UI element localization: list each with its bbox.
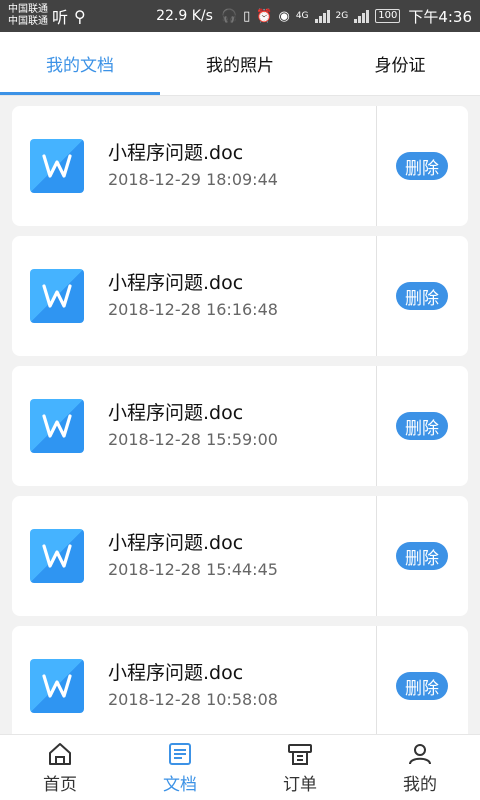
card-divider bbox=[376, 626, 377, 734]
order-icon bbox=[288, 744, 312, 765]
document-name: 小程序问题.doc bbox=[108, 402, 244, 424]
nav-label-home: 首页 bbox=[43, 775, 77, 795]
word-doc-icon bbox=[30, 139, 84, 193]
document-card[interactable]: 小程序问题.doc 2018-12-29 18:09:44 删除 bbox=[12, 106, 468, 226]
nav-orders[interactable]: 订单 bbox=[240, 735, 360, 800]
battery-icon: 100 bbox=[375, 9, 401, 23]
top-tabs: 我的文档 我的照片 身份证 bbox=[0, 32, 480, 96]
signal-icon-2 bbox=[354, 9, 370, 23]
card-divider bbox=[376, 236, 377, 356]
delete-button[interactable]: 删除 bbox=[396, 412, 448, 440]
card-divider bbox=[376, 106, 377, 226]
document-card[interactable]: 小程序问题.doc 2018-12-28 16:16:48 删除 bbox=[12, 236, 468, 356]
document-card[interactable]: 小程序问题.doc 2018-12-28 10:58:08 删除 bbox=[12, 626, 468, 734]
bottom-nav: 首页 文档 订单 我的 bbox=[0, 734, 480, 800]
listen-indicator: 听 bbox=[52, 8, 69, 27]
status-extra: 听 ⚲ bbox=[52, 4, 86, 28]
document-date: 2018-12-28 10:58:08 bbox=[108, 690, 278, 709]
card-divider bbox=[376, 496, 377, 616]
document-card[interactable]: 小程序问题.doc 2018-12-28 15:44:45 删除 bbox=[12, 496, 468, 616]
tab-my-photos[interactable]: 我的照片 bbox=[160, 32, 320, 95]
document-name: 小程序问题.doc bbox=[108, 272, 244, 294]
document-date: 2018-12-28 16:16:48 bbox=[108, 300, 278, 319]
document-name: 小程序问题.doc bbox=[108, 532, 244, 554]
carrier-names: 中国联通 中国联通 bbox=[8, 4, 48, 28]
eye-icon: ◉ bbox=[278, 8, 290, 24]
word-doc-icon bbox=[30, 529, 84, 583]
alarm-icon: ⏰ bbox=[256, 8, 273, 24]
document-list: 小程序问题.doc 2018-12-29 18:09:44 删除 小程序问题.d… bbox=[12, 106, 468, 734]
delete-button[interactable]: 删除 bbox=[396, 282, 448, 310]
delete-button[interactable]: 删除 bbox=[396, 672, 448, 700]
document-icon bbox=[169, 743, 191, 765]
network-type-1: 4G bbox=[295, 11, 309, 21]
carrier-2: 中国联通 bbox=[8, 16, 48, 27]
nav-label-orders: 订单 bbox=[283, 775, 317, 795]
document-date: 2018-12-28 15:44:45 bbox=[108, 560, 278, 579]
delete-button[interactable]: 删除 bbox=[396, 542, 448, 570]
carrier-1: 中国联通 bbox=[8, 4, 48, 15]
nav-profile[interactable]: 我的 bbox=[360, 735, 480, 800]
nav-documents[interactable]: 文档 bbox=[120, 735, 240, 800]
status-bar: 中国联通 中国联通 听 ⚲ 22.9 K/s 🎧 ▯ ⏰ ◉ 4G 2G 100… bbox=[0, 0, 480, 32]
tab-my-documents[interactable]: 我的文档 bbox=[0, 32, 160, 95]
document-card[interactable]: 小程序问题.doc 2018-12-28 15:59:00 删除 bbox=[12, 366, 468, 486]
nav-label-documents: 文档 bbox=[163, 775, 197, 795]
document-date: 2018-12-28 15:59:00 bbox=[108, 430, 278, 449]
home-icon bbox=[49, 743, 71, 765]
document-name: 小程序问题.doc bbox=[108, 142, 244, 164]
headphone-icon: 🎧 bbox=[220, 8, 238, 24]
nav-home[interactable]: 首页 bbox=[0, 735, 120, 800]
nav-label-profile: 我的 bbox=[403, 775, 437, 795]
word-doc-icon bbox=[30, 659, 84, 713]
user-icon bbox=[409, 744, 431, 765]
delete-button[interactable]: 删除 bbox=[396, 152, 448, 180]
usb-icon: ⚲ bbox=[74, 6, 86, 26]
word-doc-icon bbox=[30, 399, 84, 453]
status-right: 22.9 K/s 🎧 ▯ ⏰ ◉ 4G 2G 100 下午4:36 bbox=[156, 6, 472, 27]
tab-id-card[interactable]: 身份证 bbox=[320, 32, 480, 95]
card-divider bbox=[376, 366, 377, 486]
clock: 下午4:36 bbox=[408, 7, 472, 26]
status-icons: 🎧 ▯ ⏰ ◉ 4G 2G 100 bbox=[220, 8, 401, 24]
vibrate-icon: ▯ bbox=[243, 8, 251, 24]
network-type-2: 2G bbox=[335, 11, 349, 21]
network-speed: 22.9 K/s bbox=[156, 8, 213, 24]
document-name: 小程序问题.doc bbox=[108, 662, 244, 684]
word-doc-icon bbox=[30, 269, 84, 323]
signal-icon bbox=[314, 9, 330, 23]
document-date: 2018-12-29 18:09:44 bbox=[108, 170, 278, 189]
